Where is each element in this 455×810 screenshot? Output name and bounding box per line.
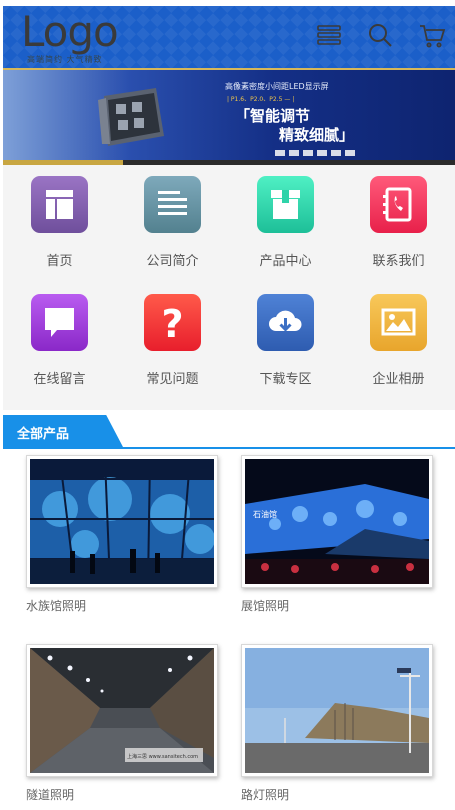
product-label[interactable]: 水族馆照明: [26, 597, 86, 614]
question-icon: ?: [144, 294, 201, 351]
nav-item-faq[interactable]: ? 常见问题: [116, 283, 229, 401]
exhibition-sign: 石油馆: [253, 509, 277, 519]
banner-headline-1: 「智能调节: [235, 107, 311, 125]
banner-spec: | P1.6、P2.0、P2.5 — |: [227, 96, 295, 103]
banner-title: 高像素密度小间距LED显示屏: [225, 82, 329, 91]
nav-label: 下载专区: [259, 372, 312, 387]
profile-icon: [144, 176, 201, 233]
box-icon: [257, 176, 314, 233]
nav-item-album[interactable]: 企业相册: [342, 283, 455, 401]
nav-label: 产品中心: [259, 254, 312, 269]
nav-item-message[interactable]: 在线留言: [3, 283, 116, 401]
section-header: 全部产品: [3, 415, 455, 449]
cart-icon[interactable]: [417, 20, 447, 50]
section-divider: [3, 447, 455, 449]
product-image-aquarium: [30, 459, 214, 584]
nav-label: 在线留言: [33, 372, 86, 387]
nav-item-products[interactable]: 产品中心: [229, 165, 342, 283]
product-label[interactable]: 隧道照明: [26, 786, 74, 803]
product-image-streetlight: [245, 648, 429, 773]
nav-grid: 首页 公司简介 产品中心 联系我们 在线留言 ? 常见问题 下载专区 企业相册: [3, 165, 455, 410]
nav-item-contact[interactable]: 联系我们: [342, 165, 455, 283]
banner-headline-2: 精致细腻」: [279, 126, 355, 144]
menu-icon[interactable]: [314, 20, 344, 50]
cloud-download-icon: [257, 294, 314, 351]
product-label[interactable]: 路灯照明: [241, 786, 289, 803]
section-title: 全部产品: [17, 427, 70, 442]
nav-label: 企业相册: [372, 372, 425, 387]
product-image-exhibition: 石油馆: [245, 459, 429, 584]
nav-item-download[interactable]: 下载专区: [229, 283, 342, 401]
led-panel-image: [98, 88, 164, 146]
product-image-frame[interactable]: 石油馆: [241, 455, 433, 588]
certification-logos: [275, 150, 355, 156]
nav-item-home[interactable]: 首页: [3, 165, 116, 283]
message-icon: [31, 294, 88, 351]
svg-text:?: ?: [161, 302, 183, 343]
nav-label: 常见问题: [146, 372, 199, 387]
nav-label: 公司简介: [146, 254, 199, 269]
nav-item-company-profile[interactable]: 公司简介: [116, 165, 229, 283]
search-icon[interactable]: [365, 20, 395, 50]
home-icon: [31, 176, 88, 233]
tunnel-watermark: 上海三思 www.sansitech.com: [127, 753, 198, 760]
nav-label: 首页: [46, 254, 73, 269]
phone-book-icon: [370, 176, 427, 233]
product-image-frame[interactable]: [26, 455, 218, 588]
product-image-tunnel: 上海三思 www.sansitech.com: [30, 648, 214, 773]
logo-tagline: 高端简约 大气精致: [27, 55, 103, 64]
logo[interactable]: Logo: [21, 8, 119, 56]
banner[interactable]: 高像素密度小间距LED显示屏 | P1.6、P2.0、P2.5 — | 「智能调…: [3, 70, 455, 165]
product-image-frame[interactable]: [241, 644, 433, 777]
site-header: Logo 高端简约 大气精致: [3, 6, 455, 70]
photo-icon: [370, 294, 427, 351]
product-image-frame[interactable]: 上海三思 www.sansitech.com: [26, 644, 218, 777]
nav-label: 联系我们: [372, 254, 425, 269]
product-label[interactable]: 展馆照明: [241, 597, 289, 614]
